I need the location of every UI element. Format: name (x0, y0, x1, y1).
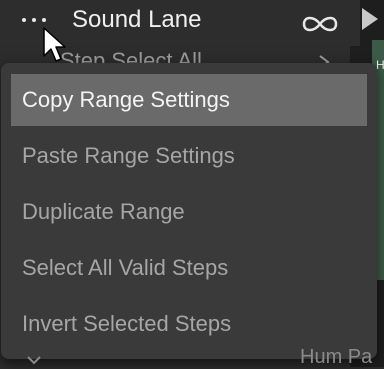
menu-item-duplicate-range[interactable]: Duplicate Range (11, 186, 367, 238)
menu-item-select-all-valid-steps[interactable]: Select All Valid Steps (11, 242, 367, 294)
play-icon[interactable] (362, 8, 378, 30)
menu-item-label: Invert Selected Steps (22, 311, 232, 336)
track-clip-label: H (376, 58, 384, 72)
loop-icon[interactable] (300, 12, 340, 36)
menu-item-paste-range-settings[interactable]: Paste Range Settings (11, 130, 367, 182)
menu-item-label: Paste Range Settings (22, 143, 235, 168)
context-menu: Copy Range Settings Paste Range Settings… (1, 63, 377, 359)
menu-item-invert-selected-steps[interactable]: Invert Selected Steps (11, 298, 367, 350)
lane-title: Sound Lane (72, 6, 202, 33)
mouse-cursor-icon (43, 27, 66, 62)
lane-bottom-label: Hum Pa (300, 346, 373, 368)
menu-item-copy-range-settings[interactable]: Copy Range Settings (11, 74, 367, 126)
menu-item-label: Copy Range Settings (22, 87, 230, 112)
menu-item-label: Select All Valid Steps (22, 255, 229, 280)
menu-item-label: Duplicate Range (22, 199, 185, 224)
more-options-icon[interactable] (22, 18, 54, 26)
chevron-down-icon[interactable] (26, 355, 42, 365)
